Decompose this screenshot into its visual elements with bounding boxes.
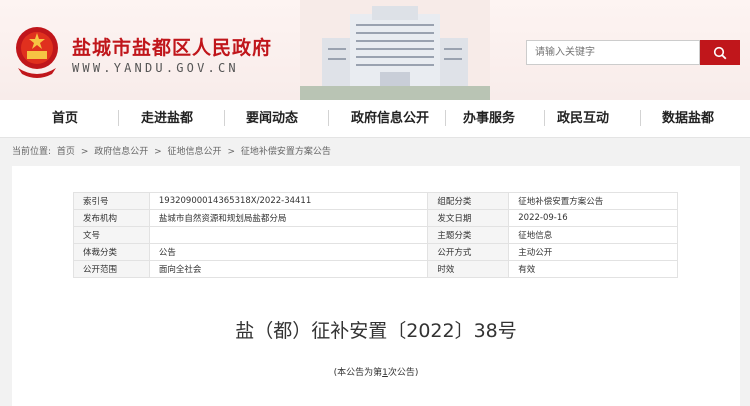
search-input[interactable] xyxy=(526,40,700,65)
nav-divider xyxy=(224,110,225,126)
table-row: 体裁分类 公告 公开方式 主动公开 xyxy=(73,243,678,261)
breadcrumb-label: 当前位置: xyxy=(12,147,52,157)
breadcrumb-item-gov-info[interactable]: 政府信息公开 xyxy=(94,147,148,157)
meta-value-topic: 征地信息 xyxy=(508,226,678,244)
breadcrumb-separator: > xyxy=(154,147,162,157)
site-domain: WWW.YANDU.GOV.CN xyxy=(72,61,239,75)
site-title: 盐城市盐都区人民政府 xyxy=(72,37,273,59)
meta-label-disclosure: 公开方式 xyxy=(427,243,510,261)
meta-label-publisher: 发布机构 xyxy=(73,209,150,227)
meta-value-validity: 有效 xyxy=(508,260,678,278)
document-subtitle: (本公告为第1次公告) xyxy=(12,365,740,378)
breadcrumb-item-home[interactable]: 首页 xyxy=(57,147,75,157)
breadcrumb-item-current[interactable]: 征地补偿安置方案公告 xyxy=(241,147,331,157)
breadcrumb: 当前位置: 首页 > 政府信息公开 > 征地信息公开 > 征地补偿安置方案公告 xyxy=(12,144,334,157)
meta-label-date: 发文日期 xyxy=(427,209,510,227)
national-emblem-icon xyxy=(16,27,58,78)
meta-label-category: 组配分类 xyxy=(427,192,510,210)
document-title: 盐（都）征补安置〔2022〕38号 xyxy=(235,320,517,342)
search-button[interactable] xyxy=(700,40,740,65)
meta-label-topic: 主题分类 xyxy=(427,226,510,244)
nav-divider xyxy=(640,110,641,126)
subtitle-prefix: (本公告为第 xyxy=(333,368,383,378)
meta-value-category: 征地补偿安置方案公告 xyxy=(508,192,678,210)
meta-label-validity: 时效 xyxy=(427,260,510,278)
nav-item-news[interactable]: 要闻动态 xyxy=(232,100,312,137)
site-header: 盐城市盐都区人民政府 WWW.YANDU.GOV.CN xyxy=(0,0,750,100)
breadcrumb-separator: > xyxy=(80,147,89,157)
breadcrumb-item-land-info[interactable]: 征地信息公开 xyxy=(168,147,222,157)
nav-divider xyxy=(118,110,119,126)
meta-value-scope: 面向全社会 xyxy=(148,260,429,278)
subtitle-suffix: 次公告) xyxy=(387,368,419,378)
main-nav: 首页 走进盐都 要闻动态 政府信息公开 办事服务 政民互动 数据盐都 xyxy=(0,100,750,138)
meta-label-index: 索引号 xyxy=(73,192,150,210)
government-building-image xyxy=(300,0,490,100)
meta-value-doc-number xyxy=(148,226,429,244)
meta-label-doc-number: 文号 xyxy=(73,226,150,244)
meta-value-genre: 公告 xyxy=(148,243,429,261)
content-card: 索引号 19320900014365318X/2022-34411 组配分类 征… xyxy=(12,166,740,406)
document-metadata-table: 索引号 19320900014365318X/2022-34411 组配分类 征… xyxy=(73,192,678,278)
nav-item-services[interactable]: 办事服务 xyxy=(450,100,528,137)
table-row: 文号 主题分类 征地信息 xyxy=(73,226,678,244)
breadcrumb-separator: > xyxy=(227,147,235,157)
search-icon xyxy=(713,46,727,59)
table-row: 索引号 19320900014365318X/2022-34411 组配分类 征… xyxy=(73,192,678,210)
meta-value-publisher: 盐城市自然资源和规划局盐都分局 xyxy=(148,209,429,227)
nav-divider xyxy=(328,110,329,126)
nav-item-interaction[interactable]: 政民互动 xyxy=(544,100,622,137)
nav-item-gov-info[interactable]: 政府信息公开 xyxy=(334,100,446,137)
meta-value-date: 2022-09-16 xyxy=(508,209,678,227)
nav-divider xyxy=(445,110,446,126)
table-row: 公开范围 面向全社会 时效 有效 xyxy=(73,260,678,278)
nav-item-about[interactable]: 走进盐都 xyxy=(128,100,206,137)
nav-item-home[interactable]: 首页 xyxy=(26,100,104,137)
meta-value-index: 19320900014365318X/2022-34411 xyxy=(148,192,429,210)
meta-label-genre: 体裁分类 xyxy=(73,243,150,261)
meta-value-disclosure: 主动公开 xyxy=(508,243,678,261)
nav-item-data[interactable]: 数据盐都 xyxy=(648,100,728,137)
meta-label-scope: 公开范围 xyxy=(73,260,150,278)
table-row: 发布机构 盐城市自然资源和规划局盐都分局 发文日期 2022-09-16 xyxy=(73,209,678,227)
